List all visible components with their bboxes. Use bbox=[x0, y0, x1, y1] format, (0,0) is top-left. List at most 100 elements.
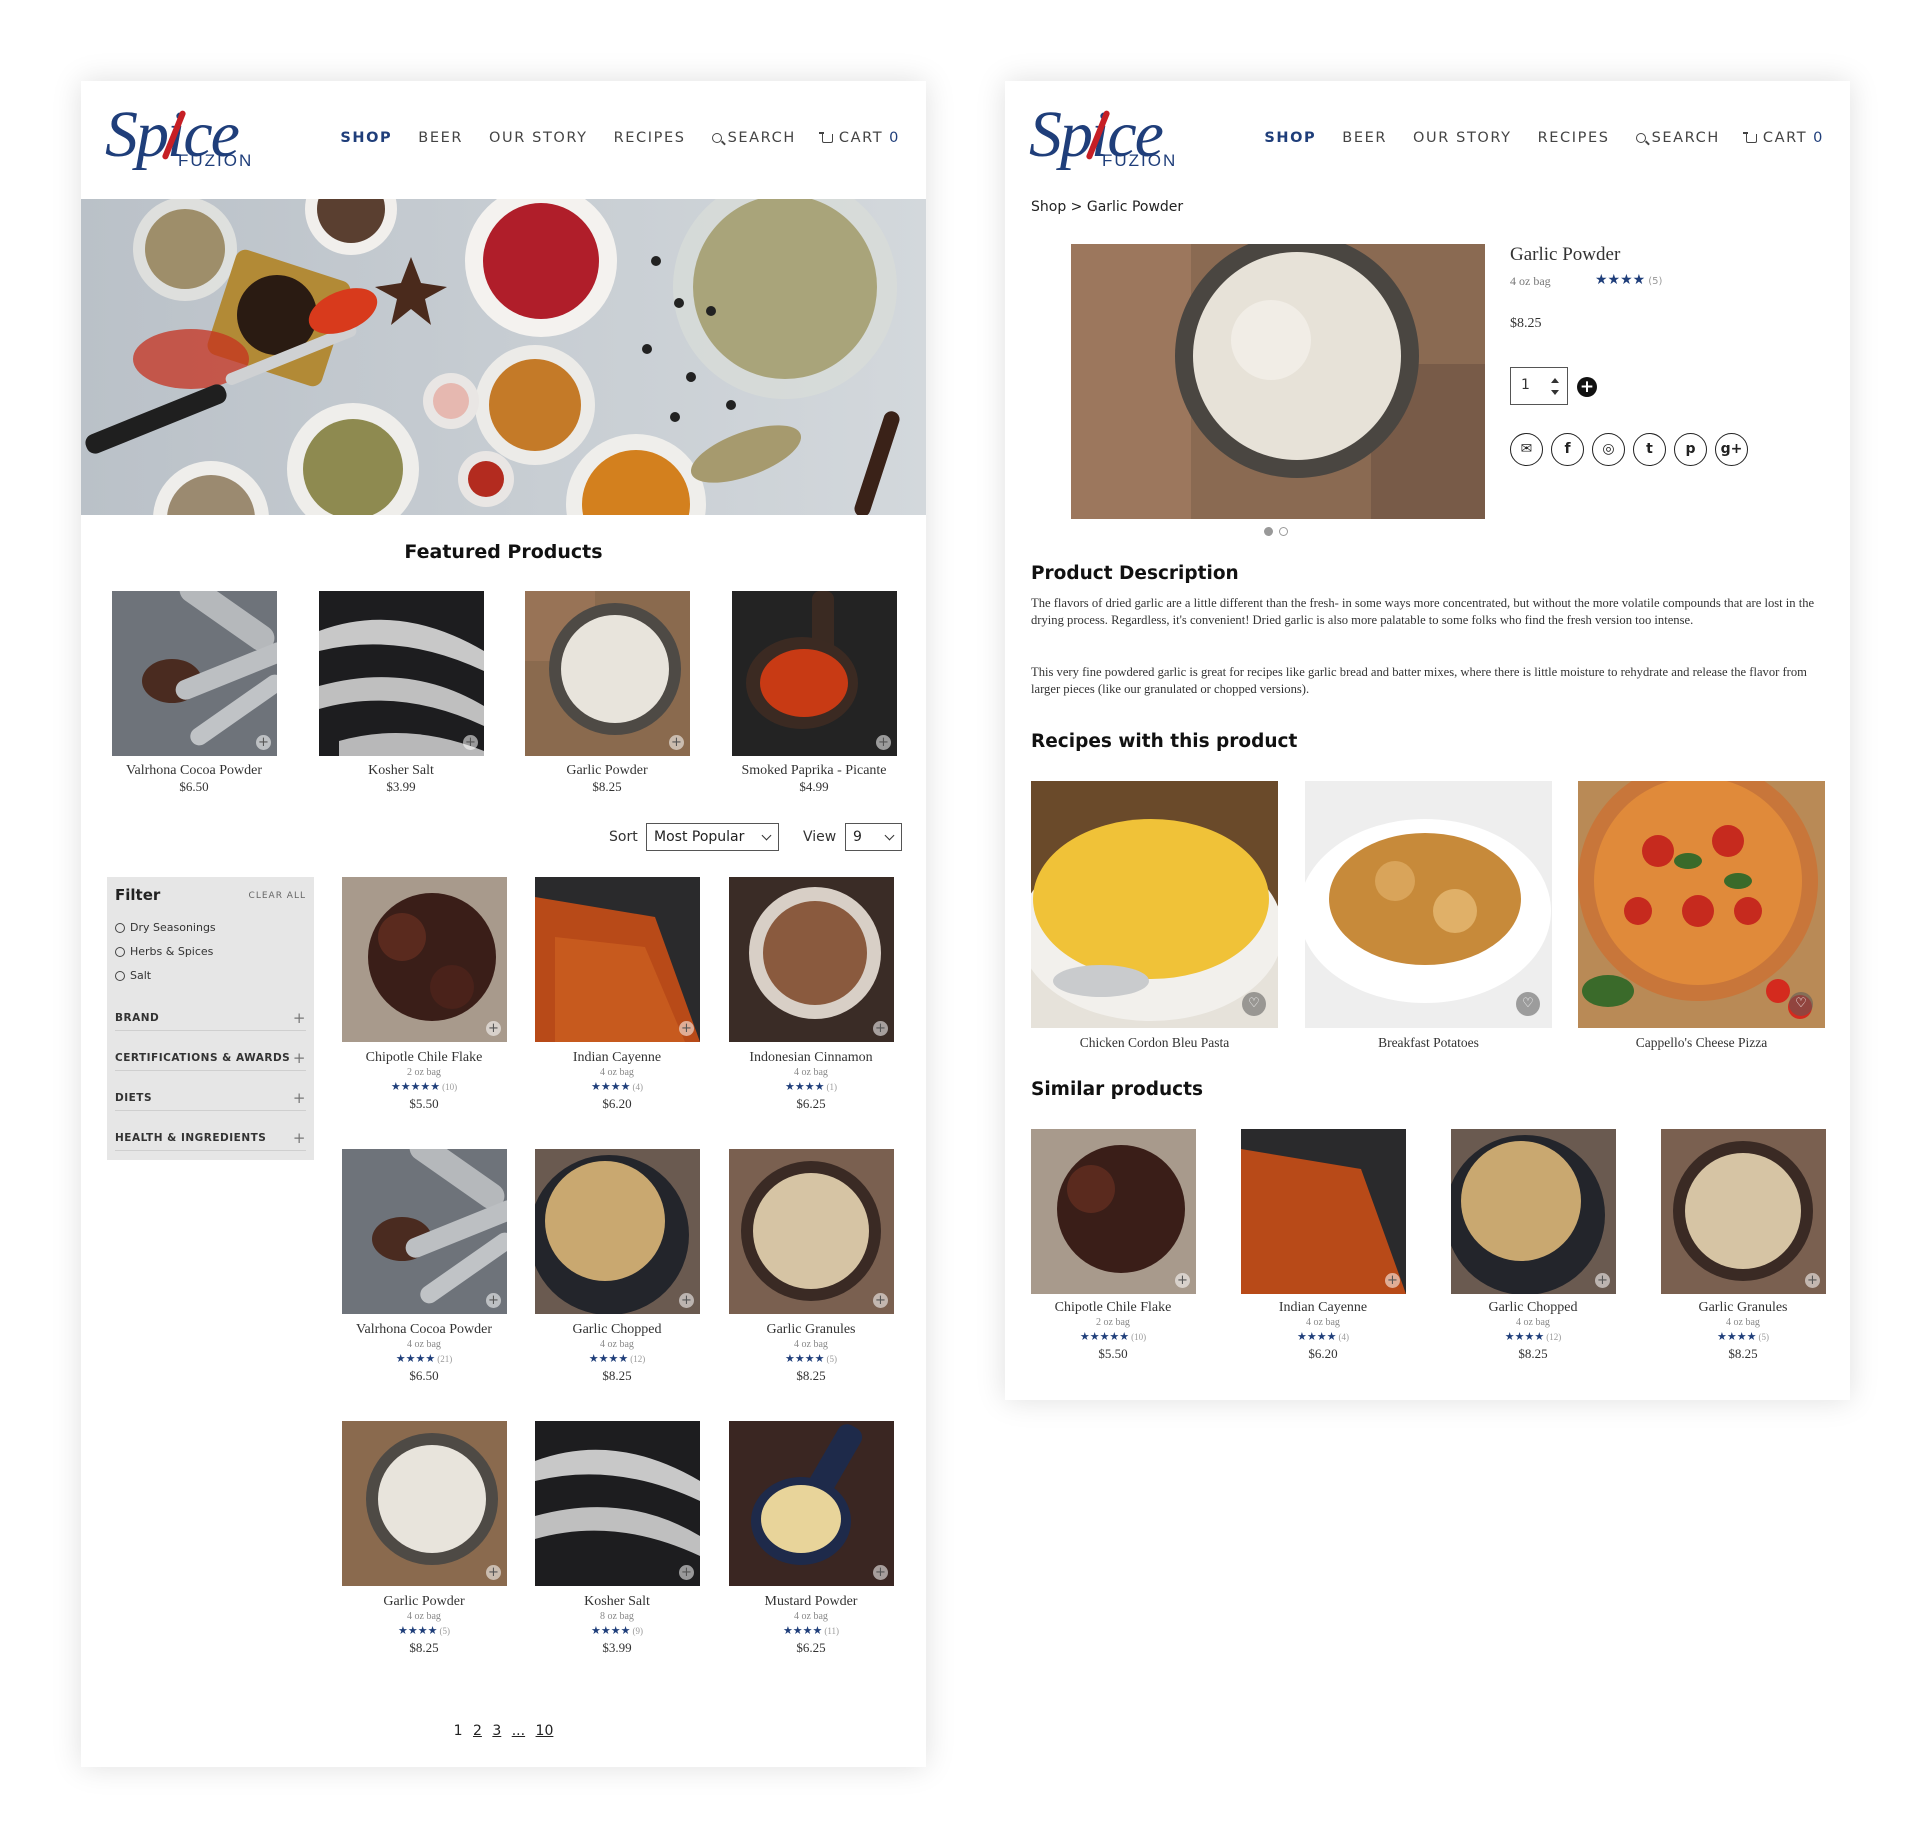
featured-image-smoked-paprika[interactable]: + bbox=[732, 591, 897, 756]
similar-image-garlic-granules[interactable]: + bbox=[1661, 1129, 1826, 1294]
quick-add-icon[interactable]: + bbox=[679, 1565, 694, 1580]
clear-all-link[interactable]: CLEAR ALL bbox=[249, 891, 306, 901]
nav-our-story[interactable]: OUR STORY bbox=[1413, 130, 1512, 146]
quick-add-icon[interactable]: + bbox=[1175, 1273, 1190, 1288]
filter-option-herbs-spices[interactable]: Herbs & Spices bbox=[115, 945, 213, 958]
quick-add-icon[interactable]: + bbox=[486, 1021, 501, 1036]
recipe-image-potatoes[interactable]: ♡ bbox=[1305, 781, 1552, 1028]
product-image-cayenne[interactable]: + bbox=[535, 877, 700, 1042]
filter-group-brand[interactable]: BRAND + bbox=[115, 1009, 306, 1031]
nav-search[interactable]: SEARCH bbox=[711, 130, 796, 146]
expand-plus-icon[interactable]: + bbox=[293, 1009, 306, 1027]
quick-add-icon[interactable]: + bbox=[679, 1293, 694, 1308]
sort-select[interactable]: Most Popular bbox=[646, 823, 779, 851]
similar-card-cayenne[interactable]: Indian Cayenne 4 oz bag ★★★★ (4) $6.20 bbox=[1228, 1300, 1418, 1364]
nav-shop[interactable]: SHOP bbox=[1264, 130, 1316, 146]
product-card-mustard-powder[interactable]: Mustard Powder 4 oz bag ★★★★ (11) $6.25 bbox=[716, 1594, 906, 1658]
quick-add-icon[interactable]: + bbox=[873, 1293, 888, 1308]
product-card-garlic-chopped[interactable]: Garlic Chopped 4 oz bag ★★★★ (12) $8.25 bbox=[522, 1322, 712, 1386]
similar-image-chipotle[interactable]: + bbox=[1031, 1129, 1196, 1294]
carousel-dot[interactable] bbox=[1279, 527, 1288, 536]
decrement-arrow-icon[interactable] bbox=[1551, 390, 1559, 395]
product-card-garlic-granules[interactable]: Garlic Granules 4 oz bag ★★★★ (5) $8.25 bbox=[716, 1322, 906, 1386]
instagram-icon[interactable]: ◎ bbox=[1592, 433, 1625, 466]
featured-card-smoked-paprika[interactable]: Smoked Paprika - Picante $4.99 bbox=[719, 763, 909, 795]
nav-recipes[interactable]: RECIPES bbox=[614, 130, 686, 146]
page-2[interactable]: 2 bbox=[473, 1723, 482, 1739]
similar-image-garlic-chopped[interactable]: + bbox=[1451, 1129, 1616, 1294]
nav-cart[interactable]: CART 0 bbox=[1742, 130, 1824, 146]
breadcrumb[interactable]: Shop > Garlic Powder bbox=[1031, 199, 1183, 215]
similar-card-chipotle[interactable]: Chipotle Chile Flake 2 oz bag ★★★★★ (10) $5.… bbox=[1018, 1300, 1208, 1364]
product-card-garlic-powder[interactable]: Garlic Powder 4 oz bag ★★★★ (5) $8.25 bbox=[329, 1594, 519, 1658]
quick-add-icon[interactable]: + bbox=[873, 1565, 888, 1580]
email-icon[interactable]: ✉ bbox=[1510, 433, 1543, 466]
nav-beer[interactable]: BEER bbox=[1342, 130, 1387, 146]
page-3[interactable]: 3 bbox=[492, 1723, 501, 1739]
nav-search[interactable]: SEARCH bbox=[1635, 130, 1720, 146]
product-image-cocoa-powder[interactable]: + bbox=[342, 1149, 507, 1314]
radio-icon[interactable] bbox=[115, 946, 125, 957]
carousel-dot-active[interactable] bbox=[1264, 527, 1273, 536]
recipe-caption[interactable]: Cappello's Cheese Pizza bbox=[1578, 1035, 1825, 1051]
quantity-stepper[interactable]: 1 bbox=[1510, 367, 1568, 405]
favorite-heart-icon[interactable]: ♡ bbox=[1789, 992, 1813, 1016]
radio-icon[interactable] bbox=[115, 922, 125, 933]
favorite-heart-icon[interactable]: ♡ bbox=[1516, 992, 1540, 1016]
filter-option-salt[interactable]: Salt bbox=[115, 969, 151, 982]
product-card-cayenne[interactable]: Indian Cayenne 4 oz bag ★★★★ (4) $6.20 bbox=[522, 1050, 712, 1114]
facebook-icon[interactable]: f bbox=[1551, 433, 1584, 466]
product-main-image[interactable] bbox=[1071, 244, 1485, 519]
recipe-image-pizza[interactable]: ♡ bbox=[1578, 781, 1825, 1028]
featured-image-cocoa-powder[interactable]: + bbox=[112, 591, 277, 756]
product-card-kosher-salt[interactable]: Kosher Salt 8 oz bag ★★★★ (9) $3.99 bbox=[522, 1594, 712, 1658]
quick-add-icon[interactable]: + bbox=[486, 1293, 501, 1308]
product-image-mustard-powder[interactable]: + bbox=[729, 1421, 894, 1586]
expand-plus-icon[interactable]: + bbox=[293, 1089, 306, 1107]
similar-image-cayenne[interactable]: + bbox=[1241, 1129, 1406, 1294]
featured-image-kosher-salt[interactable]: + bbox=[319, 591, 484, 756]
product-image-garlic-powder[interactable]: + bbox=[342, 1421, 507, 1586]
expand-plus-icon[interactable]: + bbox=[293, 1129, 306, 1147]
quick-add-icon[interactable]: + bbox=[1595, 1273, 1610, 1288]
recipe-image-pasta[interactable]: ♡ bbox=[1031, 781, 1278, 1028]
nav-our-story[interactable]: OUR STORY bbox=[489, 130, 588, 146]
radio-icon[interactable] bbox=[115, 970, 125, 981]
spice-fuzion-logo[interactable]: Spice FUZION bbox=[105, 98, 251, 173]
quick-add-icon[interactable]: + bbox=[463, 735, 478, 750]
google-plus-icon[interactable]: g+ bbox=[1715, 433, 1748, 466]
recipe-caption[interactable]: Breakfast Potatoes bbox=[1305, 1035, 1552, 1051]
nav-recipes[interactable]: RECIPES bbox=[1538, 130, 1610, 146]
nav-beer[interactable]: BEER bbox=[418, 130, 463, 146]
pinterest-icon[interactable]: p bbox=[1674, 433, 1707, 466]
filter-option-dry-seasonings[interactable]: Dry Seasonings bbox=[115, 921, 216, 934]
product-image-garlic-granules[interactable]: + bbox=[729, 1149, 894, 1314]
quick-add-icon[interactable]: + bbox=[873, 1021, 888, 1036]
increment-arrow-icon[interactable] bbox=[1551, 378, 1559, 383]
featured-card-kosher-salt[interactable]: Kosher Salt $3.99 bbox=[306, 763, 496, 795]
quick-add-icon[interactable]: + bbox=[679, 1021, 694, 1036]
featured-card-cocoa[interactable]: Valrhona Cocoa Powder $6.50 bbox=[99, 763, 289, 795]
quick-add-icon[interactable]: + bbox=[876, 735, 891, 750]
featured-image-garlic-powder[interactable]: + bbox=[525, 591, 690, 756]
quick-add-icon[interactable]: + bbox=[486, 1565, 501, 1580]
recipe-caption[interactable]: Chicken Cordon Bleu Pasta bbox=[1031, 1035, 1278, 1051]
filter-group-diets[interactable]: DIETS + bbox=[115, 1089, 306, 1111]
product-image-cinnamon[interactable]: + bbox=[729, 877, 894, 1042]
product-image-kosher-salt[interactable]: + bbox=[535, 1421, 700, 1586]
similar-card-garlic-granules[interactable]: Garlic Granules 4 oz bag ★★★★ (5) $8.25 bbox=[1648, 1300, 1838, 1364]
quick-add-icon[interactable]: + bbox=[1805, 1273, 1820, 1288]
product-card-cinnamon[interactable]: Indonesian Cinnamon 4 oz bag ★★★★ (1) $6.25 bbox=[716, 1050, 906, 1114]
product-card-chipotle[interactable]: Chipotle Chile Flake 2 oz bag ★★★★★ (10) $5.… bbox=[329, 1050, 519, 1114]
favorite-heart-icon[interactable]: ♡ bbox=[1242, 992, 1266, 1016]
quick-add-icon[interactable]: + bbox=[256, 735, 271, 750]
twitter-icon[interactable]: t bbox=[1633, 433, 1666, 466]
star-rating[interactable]: ★★★★ (5) bbox=[1595, 272, 1662, 288]
filter-group-certifications[interactable]: CERTIFICATIONS & AWARDS + bbox=[115, 1049, 306, 1071]
featured-card-garlic-powder[interactable]: Garlic Powder $8.25 bbox=[512, 763, 702, 795]
view-select[interactable]: 9 bbox=[845, 823, 902, 851]
spice-fuzion-logo[interactable]: Spice FUZION bbox=[1029, 98, 1175, 173]
product-image-garlic-chopped[interactable]: + bbox=[535, 1149, 700, 1314]
quick-add-icon[interactable]: + bbox=[1385, 1273, 1400, 1288]
expand-plus-icon[interactable]: + bbox=[293, 1049, 306, 1067]
